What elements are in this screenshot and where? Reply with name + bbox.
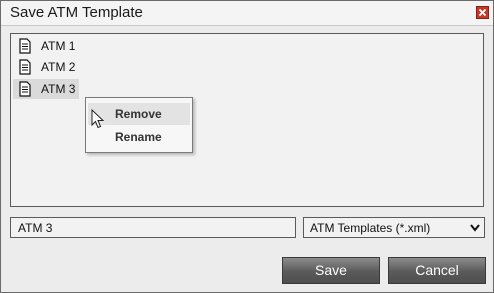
list-item-label: ATM 3 <box>41 82 76 96</box>
list-item-atm-3[interactable]: ATM 3 <box>13 79 79 99</box>
menu-item-rename[interactable]: Rename <box>88 126 190 148</box>
filename-input[interactable]: ATM 3 <box>10 217 296 238</box>
close-button[interactable] <box>476 6 489 19</box>
list-item-label: ATM 2 <box>41 60 76 74</box>
cancel-button[interactable]: Cancel <box>388 257 486 284</box>
close-icon <box>478 8 487 17</box>
menu-item-label: Rename <box>115 130 162 144</box>
chevron-down-icon <box>470 224 480 232</box>
menu-item-label: Remove <box>115 107 162 121</box>
title-bar[interactable]: Save ATM Template <box>1 1 493 26</box>
list-item-atm-1[interactable]: ATM 1 <box>13 36 79 56</box>
list-item-atm-2[interactable]: ATM 2 <box>13 57 79 77</box>
document-icon <box>19 59 31 75</box>
document-icon <box>19 38 31 54</box>
save-atm-template-dialog: Save ATM Template ATM 1 ATM 2 ATM 3 Remo… <box>0 0 494 293</box>
list-item-label: ATM 1 <box>41 39 76 53</box>
mouse-pointer-icon <box>91 109 105 129</box>
dialog-title: Save ATM Template <box>10 4 143 21</box>
file-type-value: ATM Templates (*.xml) <box>310 221 431 235</box>
template-list[interactable]: ATM 1 ATM 2 ATM 3 <box>10 33 484 207</box>
save-button[interactable]: Save <box>282 257 380 284</box>
file-type-select[interactable]: ATM Templates (*.xml) <box>303 217 485 238</box>
document-icon <box>19 81 31 97</box>
